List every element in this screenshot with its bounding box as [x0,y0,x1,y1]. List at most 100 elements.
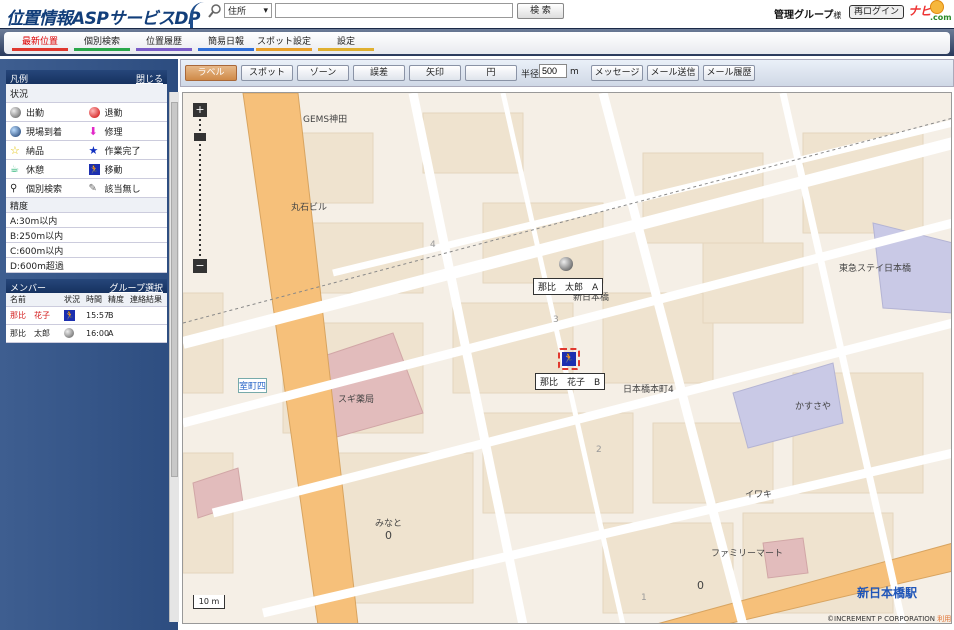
search-input[interactable] [275,3,513,18]
zoom-out-icon[interactable]: − [193,259,207,273]
group-select-link[interactable]: グループ選択 [110,281,163,294]
group-suffix: 様 [833,11,842,20]
place-block-2: 2 [596,445,602,455]
member-accuracy: B [108,311,114,320]
place-familymart-number: 0 [697,579,704,592]
accuracy-header: 精度 [6,198,167,213]
legend-label: 個別検索 [26,184,63,195]
col-accuracy: 精度 [108,295,124,304]
col-result: 連絡結果 [130,295,162,304]
relogin-button[interactable]: 再ログイン [849,5,904,19]
gray-ball-icon[interactable] [559,257,573,271]
message-button[interactable]: メッセージ [591,65,643,81]
tab-latest-position[interactable]: 最新位置 [12,36,68,51]
search-icon [208,4,221,18]
navi-brand: ナビ [908,4,933,18]
legend-close-link[interactable]: 閉じる [136,72,163,85]
arrow-toggle-button[interactable]: 矢印 [409,65,461,81]
zoom-handle[interactable] [194,133,206,141]
place-familymart: ファミリーマート [711,549,784,559]
main-nav: 最新位置 個別検索 位置履歴 簡易日報 スポット設定 設定 [0,28,954,56]
accuracy-item: D:600m超過 [6,258,167,273]
legend-label: 退勤 [104,108,123,119]
running-person-icon[interactable]: 🏃 [558,348,580,370]
member-accuracy: A [108,329,114,338]
legend-label: 納品 [26,146,45,157]
group-label: 管理グループ [774,10,834,21]
chevron-down-icon: ▾ [263,5,268,16]
gray-ball-icon [10,106,21,118]
accuracy-item: C:600m以内 [6,243,167,258]
tab-spot-settings[interactable]: スポット設定 [256,36,312,51]
rest-icon: ☕ [10,163,19,175]
running-person-icon: 🏃 [88,163,100,175]
app-logo: 位置情報ASPサービスDP [6,9,200,29]
map-view[interactable]: + − GEMS神田 丸石ビル 東急ステイ日本橋 新日本橋 日本橋本町4 スギ薬… [182,92,952,624]
members-table-header: 名前 状況 時間 精度 連絡結果 [6,293,167,307]
scale-text: 10 m [198,597,220,606]
search-type-value: 住所 [228,7,247,17]
legend-label: 移動 [104,165,123,176]
zoom-in-icon[interactable]: + [193,103,207,117]
place-sugi: スギ薬局 [338,395,375,405]
send-mail-button[interactable]: メール送信 [647,65,699,81]
tab-position-history[interactable]: 位置履歴 [136,36,192,51]
legend-label: 現場到着 [26,127,63,138]
member-row[interactable]: 那比 花子 🏃 15:57 B [6,307,167,325]
blue-ball-icon [10,125,21,137]
col-status: 状況 [64,295,80,304]
nav-bar: 最新位置 個別検索 位置履歴 簡易日報 スポット設定 設定 [4,32,950,54]
running-person-icon: 🏃 [64,310,75,321]
place-gems: GEMS神田 [303,115,348,125]
legend-row: ☆ 納品 ★ 作業完了 [6,141,167,160]
circle-toggle-button[interactable]: 円 [465,65,517,81]
tab-individual-search[interactable]: 個別検索 [74,36,130,51]
zoom-control: + − [193,103,209,273]
place-honcho: 日本橋本町4 [623,385,674,395]
accuracy-item: A:30m以内 [6,213,167,228]
search-type-select[interactable]: 住所 ▾ [224,3,272,18]
spot-toggle-button[interactable]: スポット [241,65,293,81]
red-ball-icon [88,106,100,118]
place-maruishi: 丸石ビル [291,203,328,213]
member-time: 16:00 [86,329,110,338]
radius-input[interactable] [539,64,567,78]
place-tokyu: 東急ステイ日本橋 [839,264,912,274]
copyright: ©INCREMENT P CORPORATION 利用規約 [827,614,951,623]
gray-ball-icon [64,327,86,340]
mail-history-button[interactable]: メール履歴 [703,65,755,81]
error-toggle-button[interactable]: 誤差 [353,65,405,81]
place-block-1: 1 [641,593,647,603]
member-row[interactable]: 那比 太郎 16:00 A [6,325,167,343]
legend-label: 該当無し [104,184,141,195]
member-name[interactable]: 那比 花子 [6,310,64,321]
radius-label: 半径 [521,70,540,80]
member-label-taro[interactable]: 那比 太郎 A [533,278,604,295]
col-time: 時間 [86,295,102,304]
legend-label: 修理 [104,127,123,138]
map-toolbar: ラベル スポット ゾーン 誤差 矢印 円 半径 m メッセージ メール送信 メー… [180,59,954,87]
scrollbar-thumb[interactable] [171,102,178,477]
copyright-text: ©INCREMENT P CORPORATION [827,615,936,623]
pink-arrow-icon: ⬇ [88,124,98,138]
tab-daily-report[interactable]: 簡易日報 [198,36,254,51]
place-station: 新日本橋駅 [857,586,918,600]
legend-panel: 凡例 閉じる 状況 出勤 退勤 現場到着 ⬇ 修理 ☆ 納品 ★ 作業完了 ☕ 休憩 🏃 移… [6,70,167,273]
tab-settings[interactable]: 設定 [318,36,374,51]
group-name: 管理グループ様 [774,6,841,21]
sidebar-scrollbar[interactable] [169,92,179,622]
search-person-icon: ⚲ [10,182,18,194]
search-button[interactable]: 検 索 [517,3,564,19]
member-name[interactable]: 那比 太郎 [6,328,64,339]
zone-toggle-button[interactable]: ゾーン [297,65,349,81]
header: 位置情報ASPサービスDP 住所 ▾ 検 索 管理グループ様 再ログイン ナビ .… [0,0,954,29]
label-toggle-button[interactable]: ラベル [185,65,237,81]
navi-com: .com [930,13,952,22]
members-panel: メンバー グループ選択 名前 状況 時間 精度 連絡結果 那比 花子 🏃 15:5… [6,279,167,343]
legend-row: 出勤 退勤 [6,103,167,122]
terms-link[interactable]: 利用規約 [937,615,951,623]
member-label-hanako[interactable]: 那比 花子 B [535,373,606,390]
legend-label: 休憩 [26,165,45,176]
legend-title: 凡例 [10,75,29,85]
members-header: メンバー グループ選択 [6,279,167,294]
